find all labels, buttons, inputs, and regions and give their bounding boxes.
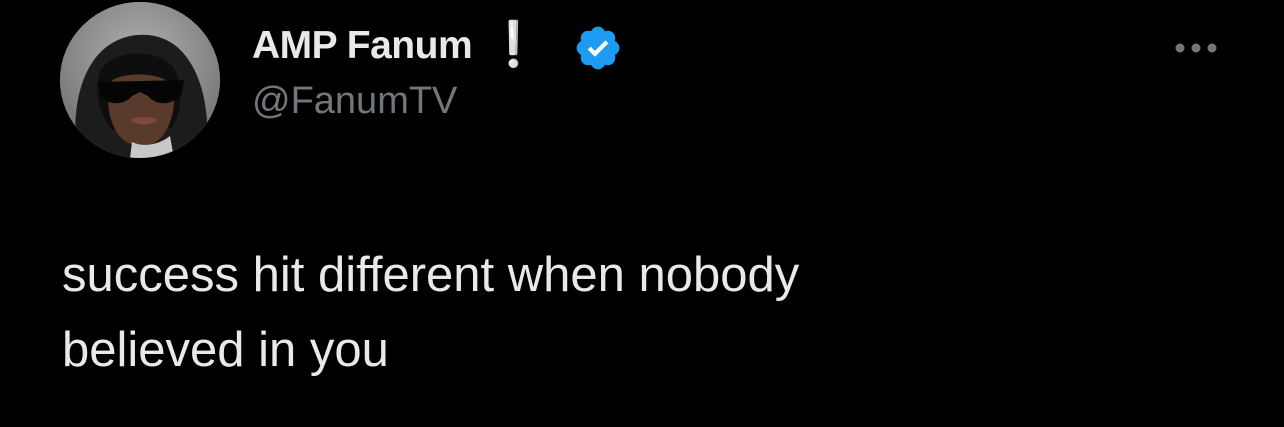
exclamation-emoji-icon: ❕ xyxy=(486,20,541,69)
more-horizontal-icon xyxy=(1175,43,1217,53)
verified-badge-icon xyxy=(576,26,620,70)
tweet-card: AMP Fanum ❕ @FanumTV success hit differe… xyxy=(0,0,1284,427)
author-name-row: AMP Fanum ❕ xyxy=(252,20,623,72)
author-handle[interactable]: @FanumTV xyxy=(252,80,457,123)
author-display-name[interactable]: AMP Fanum xyxy=(252,24,473,68)
avatar[interactable] xyxy=(60,2,220,158)
more-options-button[interactable] xyxy=(1166,28,1226,68)
tweet-text: success hit different when nobody believ… xyxy=(62,248,800,377)
